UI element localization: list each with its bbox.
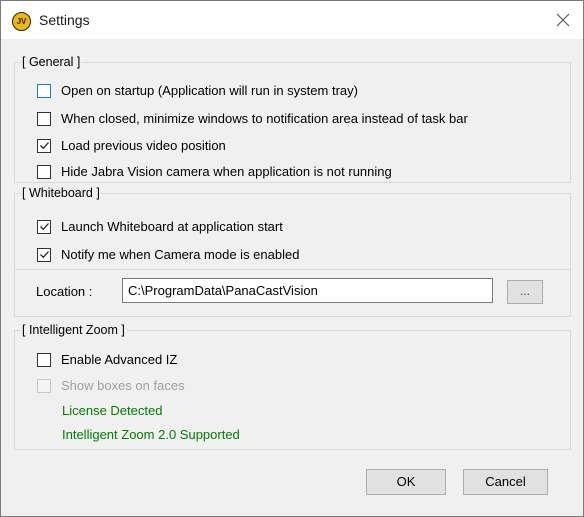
- checkmark-icon: [39, 223, 49, 231]
- minimize-to-tray-label: When closed, minimize windows to notific…: [61, 111, 468, 126]
- ok-button[interactable]: OK: [366, 469, 446, 495]
- enable-advanced-iz-checkbox[interactable]: [37, 352, 51, 367]
- close-button[interactable]: [543, 1, 583, 39]
- settings-dialog: JV Settings [ General ] Open on startup …: [0, 0, 584, 517]
- show-boxes-checkbox: [37, 378, 51, 393]
- close-icon: [556, 13, 570, 27]
- notify-camera-mode-checkbox[interactable]: [37, 247, 51, 262]
- enable-advanced-iz-label: Enable Advanced IZ: [61, 352, 178, 367]
- checkmark-icon: [39, 142, 49, 150]
- general-item-hide-camera[interactable]: Hide Jabra Vision camera when applicatio…: [37, 164, 392, 179]
- checkmark-icon: [39, 251, 49, 259]
- hide-camera-checkbox[interactable]: [37, 164, 51, 179]
- load-video-position-checkbox[interactable]: [37, 138, 51, 153]
- iz-support-status: Intelligent Zoom 2.0 Supported: [62, 427, 240, 442]
- intelligent-zoom-legend: [ Intelligent Zoom ]: [21, 323, 126, 337]
- general-legend: [ General ]: [21, 55, 82, 69]
- license-status: License Detected: [62, 403, 163, 418]
- general-item-open-on-startup[interactable]: Open on startup (Application will run in…: [37, 83, 358, 98]
- open-on-startup-label: Open on startup (Application will run in…: [61, 83, 358, 98]
- location-input[interactable]: C:\ProgramData\PanaCastVision: [122, 278, 493, 303]
- hide-camera-label: Hide Jabra Vision camera when applicatio…: [61, 164, 392, 179]
- notify-camera-mode-label: Notify me when Camera mode is enabled: [61, 247, 300, 262]
- minimize-to-tray-checkbox[interactable]: [37, 111, 51, 126]
- cancel-button[interactable]: Cancel: [463, 469, 548, 495]
- window-title: Settings: [39, 12, 90, 28]
- whiteboard-item-notify[interactable]: Notify me when Camera mode is enabled: [37, 247, 299, 262]
- browse-button[interactable]: ...: [507, 280, 543, 304]
- show-boxes-row: Show boxes on faces: [37, 378, 185, 393]
- whiteboard-item-launch[interactable]: Launch Whiteboard at application start: [37, 219, 283, 234]
- location-label: Location :: [36, 284, 93, 299]
- show-boxes-label: Show boxes on faces: [61, 378, 185, 393]
- app-logo-icon: JV: [12, 12, 31, 31]
- title-bar: JV Settings: [1, 1, 583, 39]
- location-divider: [14, 269, 571, 270]
- whiteboard-legend: [ Whiteboard ]: [21, 186, 101, 200]
- enable-advanced-iz-row[interactable]: Enable Advanced IZ: [37, 352, 177, 367]
- general-item-load-video-position[interactable]: Load previous video position: [37, 138, 226, 153]
- launch-whiteboard-label: Launch Whiteboard at application start: [61, 219, 283, 234]
- load-video-position-label: Load previous video position: [61, 138, 226, 153]
- general-item-minimize-to-tray[interactable]: When closed, minimize windows to notific…: [37, 111, 468, 126]
- open-on-startup-checkbox[interactable]: [37, 83, 51, 98]
- launch-whiteboard-checkbox[interactable]: [37, 219, 51, 234]
